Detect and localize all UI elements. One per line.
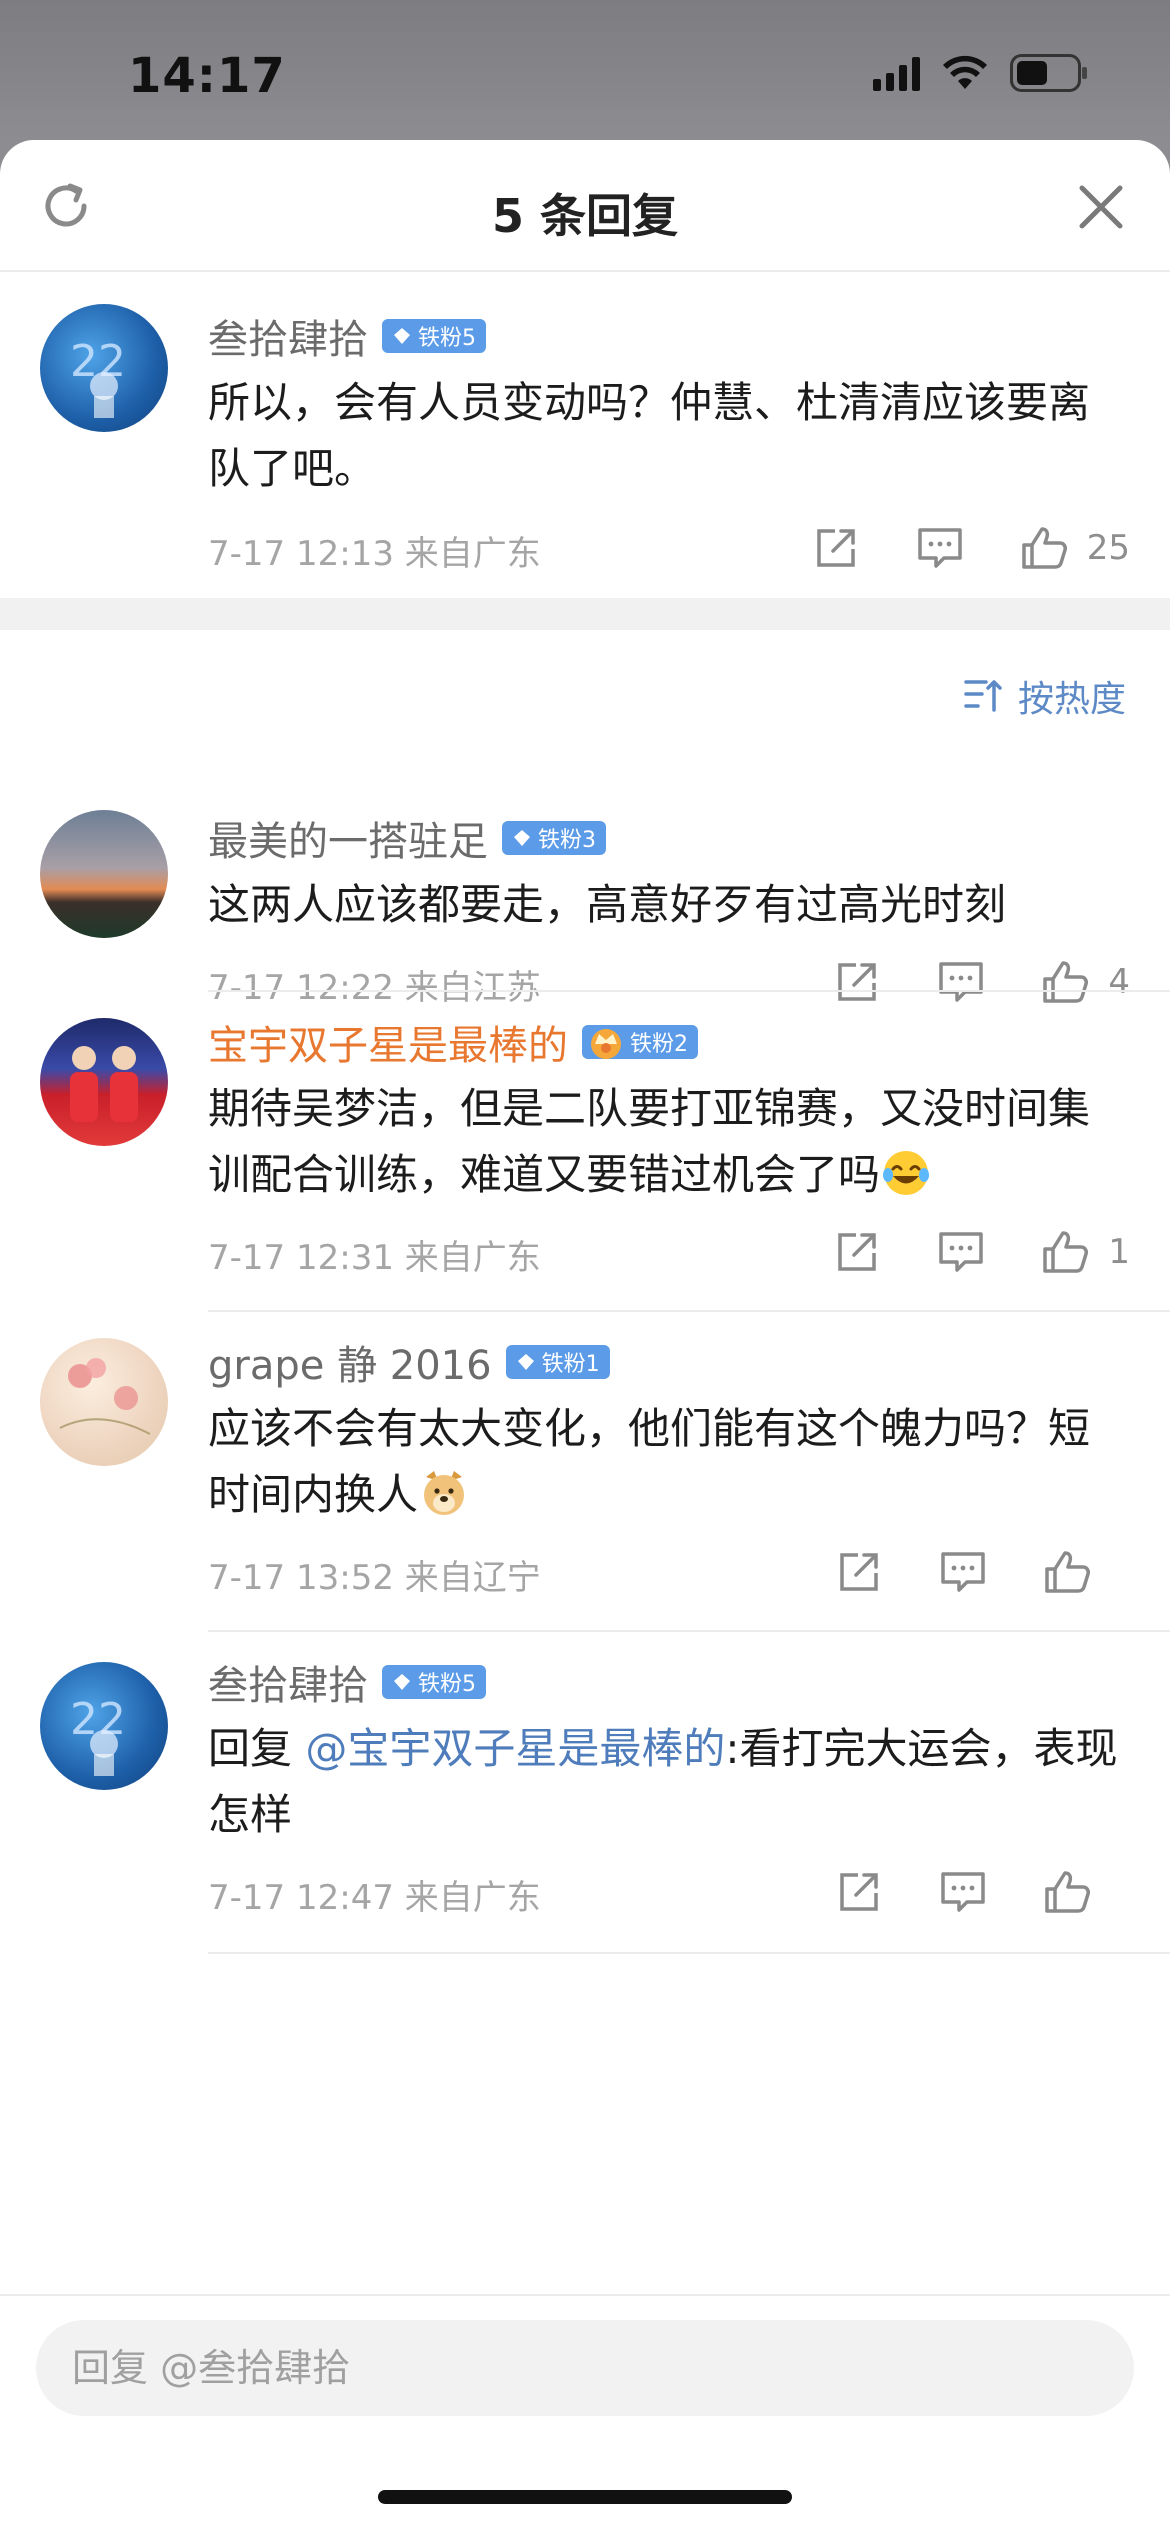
diamond-icon [394,328,410,344]
section-separator [0,598,1170,630]
fan-badge[interactable]: 铁粉2 [582,1025,698,1059]
status-bar: 14:17 [0,0,1170,140]
list-item: 宝宇双子星是最棒的 铁粉2 期待吴梦洁，但是二队要打亚锦赛，又没时间集训配合训练… [0,992,1170,1312]
reply-prefix: 回复 [208,1724,306,1773]
sort-label: 按热度 [1017,679,1126,720]
sort-icon [964,680,1002,712]
comment-text: 所以，会有人员变动吗？仲慧、杜清清应该要离队了吧。 [208,378,1091,493]
like-count: 25 [1086,528,1130,568]
screen: 14:17 5 条回复 22 叁拾肆拾 铁粉5 所以，会有人员变动吗？仲慧、杜清… [0,0,1170,2532]
status-icons [873,54,1090,92]
comment-meta: 7-17 12:47 来自广东 [208,1878,541,1918]
badge-label: 铁粉5 [418,1672,476,1697]
bottom-divider [0,2294,1170,2296]
mention-link[interactable]: @宝宇双子星是最棒的 [305,1724,725,1773]
fan-badge[interactable]: 铁粉5 [382,319,486,353]
diamond-icon [517,1354,534,1370]
fan-badge[interactable]: 铁粉1 [505,1345,610,1379]
replies-sheet: 5 条回复 22 叁拾肆拾 铁粉5 所以，会有人员变动吗？仲慧、杜清清应该要离队… [0,140,1170,2532]
thumbs-up-icon[interactable] [1034,1542,1100,1602]
username[interactable]: 最美的一搭驻足 [208,809,488,867]
reply-input[interactable] [36,2320,1134,2416]
comment-text: 应该不会有太大变化，他们能有这个魄力吗？短时间内换人 [208,1396,1130,1528]
home-indicator[interactable] [378,2490,792,2504]
comment-text: 期待吴梦洁，但是二队要打亚锦赛，又没时间集训配合训练，难道又要错过机会了吗 [208,1076,1130,1208]
comment-icon[interactable] [930,1542,996,1602]
badge-label: 铁粉2 [630,1032,688,1057]
comment-text-body: 期待吴梦洁，但是二队要打亚锦赛，又没时间集训配合训练，难道又要错过机会了吗 [208,1084,1091,1199]
thumbs-up-icon[interactable] [1034,1862,1100,1922]
list-item: 22 叁拾肆拾 铁粉5 回复 @宝宇双子星是最棒的:看打完大运会，表现怎样 7-… [0,1632,1170,1952]
list-item: grape 静 2016 铁粉1 应该不会有太大变化，他们能有这个魄力吗？短时间… [0,1312,1170,1632]
fan-badge[interactable]: 铁粉3 [502,821,606,855]
like-count: 1 [1108,1232,1130,1272]
comment-meta: 7-17 12:13 来自广东 [208,534,541,574]
sheet-header: 5 条回复 [0,140,1170,272]
comment-meta: 7-17 12:31 来自广东 [208,1238,541,1278]
comment-text: 这两人应该都要走，高意好歹有过高光时刻 [208,880,1007,929]
share-icon[interactable] [824,1222,890,1282]
username[interactable]: 叁拾肆拾 [208,1653,368,1711]
fan-badge[interactable]: 铁粉5 [382,1665,486,1699]
crown-icon [591,1029,621,1059]
laughing-tears-emoji-icon [883,1151,930,1195]
thumbs-up-icon[interactable] [1032,1222,1098,1282]
username[interactable]: 叁拾肆拾 [208,307,368,365]
badge-label: 铁粉3 [538,828,596,853]
username[interactable]: grape 静 2016 [208,1333,492,1391]
avatar[interactable]: 22 [40,304,168,432]
cellular-signal-icon [873,55,920,91]
comment-icon[interactable] [907,518,973,578]
doge-emoji-icon [424,1471,465,1515]
avatar[interactable]: 22 [40,1662,168,1790]
battery-icon [1010,54,1090,92]
badge-label: 铁粉5 [418,326,476,351]
avatar[interactable] [40,810,168,938]
badge-label: 铁粉1 [541,1352,600,1377]
comment-text-body: 应该不会有太大变化，他们能有这个魄力吗？短时间内换人 [208,1404,1091,1519]
diamond-icon [514,830,530,846]
share-icon[interactable] [826,1862,892,1922]
avatar[interactable] [40,1338,168,1466]
share-icon[interactable] [826,1542,892,1602]
share-icon[interactable] [803,518,869,578]
thumbs-up-icon[interactable] [1011,518,1077,578]
close-icon[interactable] [1074,180,1128,234]
avatar[interactable] [40,1018,168,1146]
status-time: 14:17 [128,48,286,104]
comment-icon[interactable] [930,1862,996,1922]
sort-button[interactable]: 按热度 [964,670,1126,722]
comment-text: 回复 @宝宇双子星是最棒的:看打完大运会，表现怎样 [208,1716,1130,1848]
sheet-title: 5 条回复 [491,189,679,243]
divider [208,1952,1170,1954]
comment-icon[interactable] [928,1222,994,1282]
comment-meta: 7-17 13:52 来自辽宁 [208,1558,541,1598]
username[interactable]: 宝宇双子星是最棒的 [208,1013,568,1071]
wifi-icon [942,55,988,91]
diamond-icon [394,1674,410,1690]
